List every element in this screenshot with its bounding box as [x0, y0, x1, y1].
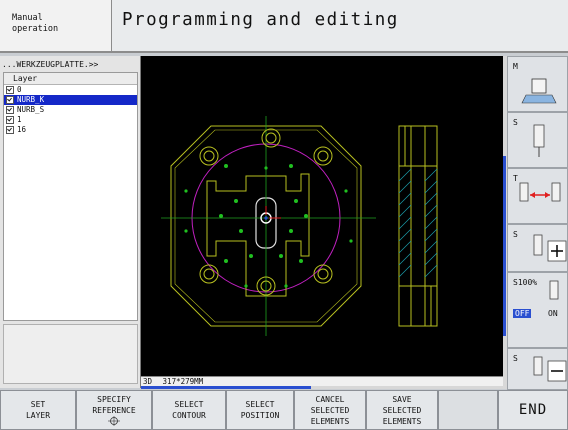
crosshair-icon — [108, 416, 120, 426]
layer-row-1[interactable]: 1 — [4, 115, 137, 125]
layer-name: 1 — [17, 115, 22, 124]
spindle-speed-minus-key[interactable]: S — [507, 348, 568, 390]
layer-column-header: Layer — [4, 73, 137, 85]
drawing-canvas[interactable] — [141, 56, 503, 376]
override-on-state: ON — [548, 309, 558, 318]
button-label: END — [518, 401, 548, 418]
element-info-box — [3, 324, 138, 384]
m-function-key[interactable]: M — [507, 56, 568, 112]
reference-point-center — [264, 216, 268, 220]
end-button[interactable]: END — [498, 390, 568, 430]
scrollbar-thumb[interactable] — [141, 386, 311, 389]
spindle-key[interactable]: S — [507, 112, 568, 168]
layer-row-16[interactable]: 16 — [4, 125, 137, 135]
button-label: SET LAYER — [25, 400, 51, 420]
tool-change-key[interactable]: T — [507, 168, 568, 224]
key-label: S — [513, 118, 518, 127]
softkey-bar: SET LAYER SPECIFY REFERENCE SELECT CONTO… — [0, 390, 568, 430]
side-view-hatch — [398, 168, 438, 278]
page-title: Programming and editing — [112, 0, 568, 53]
layer-name: 0 — [17, 85, 22, 94]
cad-import-screen: Manual operation Programming and editing… — [0, 0, 568, 430]
layer-name: 16 — [17, 125, 27, 134]
layer-row-nurb-k[interactable]: NURB_K — [4, 95, 137, 105]
layer-name: NURB_S — [17, 105, 45, 114]
layer-panel: ...WERKZEUGPLATTE.>> Layer 0 NURB_K NURB… — [0, 56, 141, 388]
key-label: T — [513, 174, 518, 183]
override-off-state: OFF — [513, 309, 532, 318]
select-position-button[interactable]: SELECT POSITION — [226, 390, 294, 430]
spindle-speed-plus-key[interactable]: S — [507, 224, 568, 272]
cancel-selected-elements-button[interactable]: CANCEL SELECTED ELEMENTS — [294, 390, 366, 430]
layer-checkbox[interactable] — [6, 116, 14, 124]
key-label: S — [513, 354, 518, 363]
scrollbar-thumb[interactable] — [503, 156, 506, 336]
machine-mode-label[interactable]: Manual operation — [0, 0, 112, 53]
specify-reference-button[interactable]: SPECIFY REFERENCE — [76, 390, 152, 430]
button-label: SELECT POSITION — [240, 400, 280, 420]
drawing-dimensions: 317*279MM — [162, 377, 204, 386]
layer-list[interactable]: Layer 0 NURB_K NURB_S 1 16 — [3, 72, 138, 321]
horizontal-scrollbar[interactable] — [141, 386, 503, 389]
key-label: M — [513, 62, 518, 71]
view-mode: 3D — [143, 377, 153, 386]
cad-drawing[interactable] — [141, 56, 503, 376]
button-label: CANCEL SELECTED ELEMENTS — [310, 394, 350, 426]
button-label: SELECT CONTOUR — [172, 400, 206, 420]
layer-checkbox[interactable] — [6, 126, 14, 134]
layer-checkbox[interactable] — [6, 96, 14, 104]
button-label: SPECIFY REFERENCE — [92, 395, 136, 415]
mode-line-2: operation — [12, 24, 59, 34]
mode-line-1: Manual — [12, 13, 43, 23]
select-contour-button[interactable]: SELECT CONTOUR — [152, 390, 226, 430]
layer-name: NURB_K — [17, 95, 45, 104]
set-layer-button[interactable]: SET LAYER — [0, 390, 76, 430]
layer-checkbox[interactable] — [6, 86, 14, 94]
spindle-override-icon — [549, 280, 559, 300]
save-selected-elements-button[interactable]: SAVE SELECTED ELEMENTS — [366, 390, 438, 430]
file-path: ...WERKZEUGPLATTE.>> — [2, 60, 99, 69]
empty-softkey[interactable] — [438, 390, 498, 430]
status-bar: 3D 317*279MM — [141, 376, 503, 386]
side-view — [398, 125, 438, 327]
button-label: SAVE SELECTED ELEMENTS — [382, 394, 422, 426]
layer-row-0[interactable]: 0 — [4, 85, 137, 95]
layer-row-nurb-s[interactable]: NURB_S — [4, 105, 137, 115]
layer-checkbox[interactable] — [6, 106, 14, 114]
spindle-override-key[interactable]: S100% OFF ON — [507, 272, 568, 348]
key-label: S — [513, 230, 518, 239]
